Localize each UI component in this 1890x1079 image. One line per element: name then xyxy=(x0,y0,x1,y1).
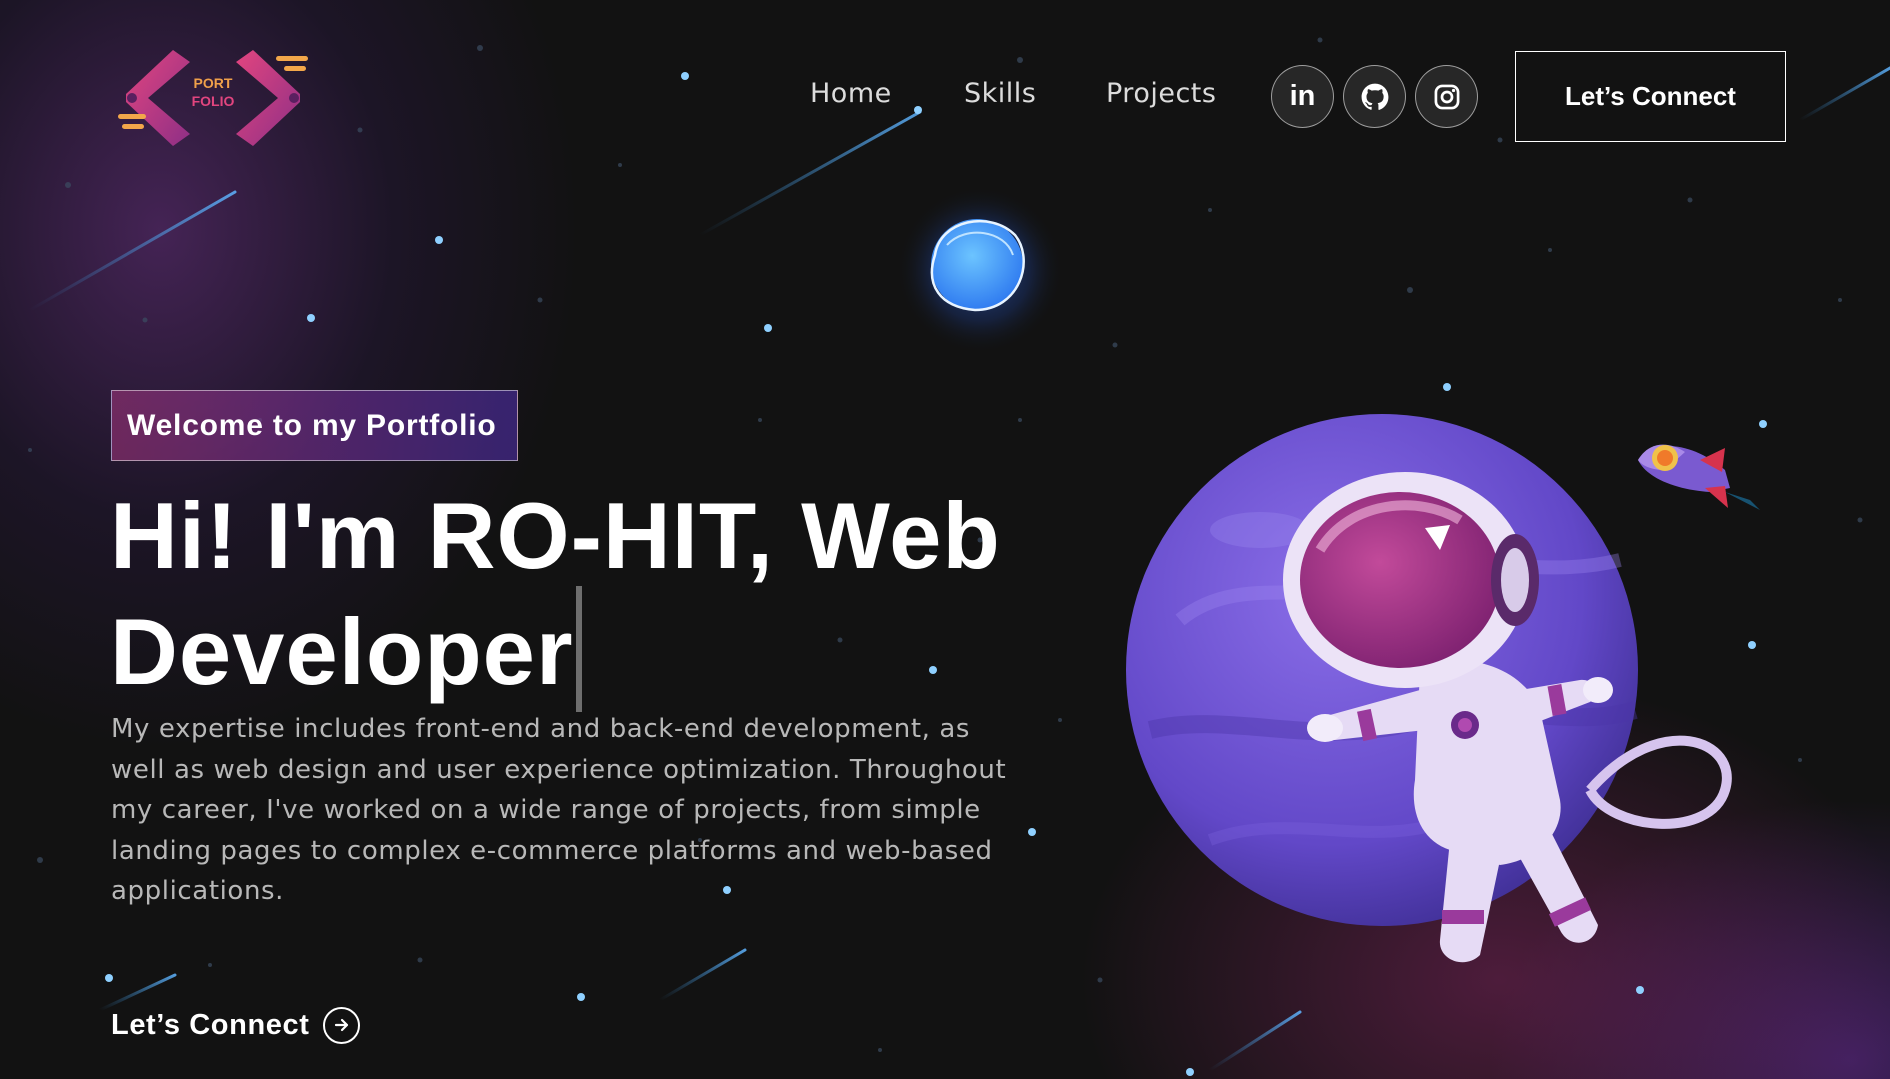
arrow-right-circle-icon xyxy=(323,1006,361,1044)
hero-title-line2: Developer xyxy=(110,599,574,704)
portfolio-page: PORT FOLIO Home Skills Projects in Let’s… xyxy=(0,0,1890,1079)
logo-text-line2: FOLIO xyxy=(192,93,235,109)
nav-link-home[interactable]: Home xyxy=(810,78,892,109)
github-icon xyxy=(1361,83,1388,110)
hero-title-line1: Hi! I'm RO-HIT, Web xyxy=(110,483,1001,588)
nav-link-skills[interactable]: Skills xyxy=(964,78,1036,109)
hero-title: Hi! I'm RO-HIT, Web Developer xyxy=(110,486,1060,712)
nav-link-projects[interactable]: Projects xyxy=(1106,78,1216,109)
hero-description: My expertise includes front-end and back… xyxy=(111,714,1007,906)
github-button[interactable] xyxy=(1343,65,1406,128)
typing-cursor xyxy=(575,586,582,712)
welcome-tagline: Welcome to my Portfolio xyxy=(111,390,518,461)
linkedin-button[interactable]: in xyxy=(1271,65,1334,128)
lets-connect-nav-button[interactable]: Let’s Connect xyxy=(1515,51,1786,142)
portfolio-logo[interactable]: PORT FOLIO xyxy=(118,44,308,150)
glowing-orb-illustration xyxy=(896,186,1064,354)
logo-text-line1: PORT xyxy=(194,75,233,91)
tagline-text: Welcome to my Portfolio xyxy=(127,408,497,442)
lets-connect-hero-button[interactable]: Let’s Connect xyxy=(111,1005,361,1045)
instagram-button[interactable] xyxy=(1415,65,1478,128)
astronaut-planet-illustration xyxy=(1126,414,1732,963)
hero-cta-label: Let’s Connect xyxy=(111,1008,310,1041)
instagram-icon xyxy=(1434,84,1459,109)
linkedin-icon: in xyxy=(1289,80,1316,112)
